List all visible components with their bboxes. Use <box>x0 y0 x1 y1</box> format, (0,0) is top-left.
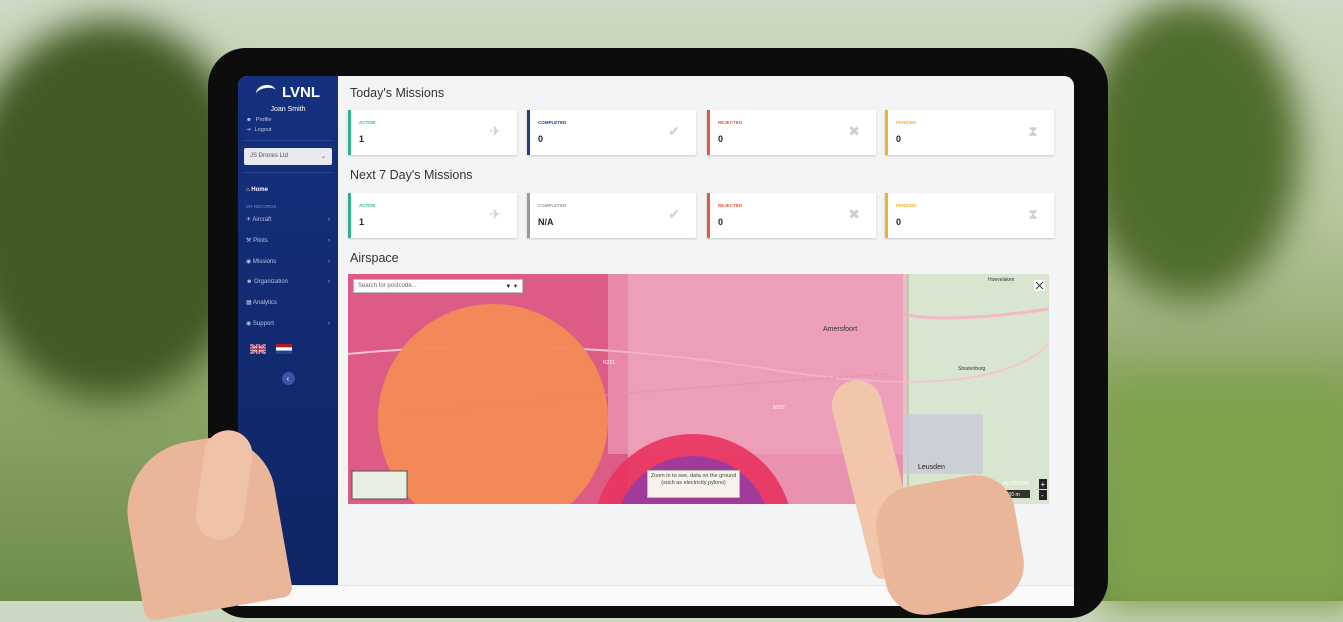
background-field <box>1100 380 1343 610</box>
logout-label: Logout <box>254 127 272 133</box>
zoom-out-label: - <box>1041 491 1044 500</box>
chevron-right-icon: › <box>328 320 330 327</box>
card-value: 1 <box>359 134 365 144</box>
user-icon: ☻ <box>246 279 253 285</box>
divider <box>244 140 332 141</box>
card-label: REJECTED <box>718 203 743 208</box>
nav-label: Missions <box>252 259 277 265</box>
card-label: PENDING <box>896 203 917 208</box>
today-missions-title: Today's Missions <box>350 86 445 100</box>
today-card-pending[interactable]: PENDING 0 ⧗ <box>885 110 1054 155</box>
nav-pilots[interactable]: ⚒ Pilots › <box>238 230 338 251</box>
background-tree <box>1080 0 1300 300</box>
nl-flag-icon[interactable] <box>276 344 292 354</box>
nav-label: Pilots <box>253 238 268 244</box>
language-flags <box>250 344 338 354</box>
profile-link[interactable]: ☻ Profile <box>246 117 338 123</box>
chevron-right-icon: › <box>328 237 330 244</box>
logo-swoosh-icon <box>254 83 278 102</box>
globe-icon: ◉ <box>246 321 252 327</box>
nav-label: Organization <box>254 279 289 285</box>
today-card-rejected[interactable]: REJECTED 0 ✖ <box>707 110 876 155</box>
logout-link[interactable]: ⇥ Logout <box>246 127 338 133</box>
card-value: 0 <box>896 217 902 227</box>
hourglass-icon: ⧗ <box>1028 206 1038 222</box>
card-value: 0 <box>718 217 724 227</box>
brand-logo[interactable]: LVNL <box>238 83 338 102</box>
chevron-right-icon: › <box>328 216 330 223</box>
card-value: 1 <box>359 217 365 227</box>
card-label: COMPLETED <box>538 120 567 125</box>
user-icon: ☻ <box>246 117 252 123</box>
nav-section-title: MY RECORDS <box>246 204 277 209</box>
nav-label: Aircraft <box>252 217 272 223</box>
wrench-icon: ⚒ <box>246 238 252 244</box>
card-value: 0 <box>896 134 902 144</box>
plane-icon: ✈ <box>489 206 501 222</box>
chevron-right-icon: › <box>328 279 330 285</box>
chevron-right-icon: › <box>328 258 330 265</box>
airspace-title: Airspace <box>350 251 399 265</box>
map-zoom-tooltip: Zoom in to see, data on the ground (such… <box>647 470 740 498</box>
x-icon: ✖ <box>848 123 860 139</box>
nav-organization[interactable]: ☻ Organization › <box>238 272 338 292</box>
nav-support[interactable]: ◉ Support › <box>238 313 338 334</box>
map-label-road-n237: N237 <box>773 405 785 411</box>
postcode-search-input[interactable]: Search for postcode... ▼ ✦ <box>353 279 523 293</box>
hourglass-icon: ⧗ <box>1028 123 1038 139</box>
plane-icon: ✈ <box>489 123 501 139</box>
check-icon: ✔ <box>668 206 680 222</box>
today-card-completed[interactable]: COMPLETED 0 ✔ <box>527 110 696 155</box>
next7-card-pending[interactable]: PENDING 0 ⧗ <box>885 193 1054 238</box>
nav-missions[interactable]: ◉ Missions › <box>238 251 338 272</box>
next7-card-completed[interactable]: COMPLETED N/A ✔ <box>527 193 696 238</box>
profile-label: Profile <box>255 117 272 123</box>
home-icon: ⌂ <box>246 187 250 193</box>
map-label-amersfoort: Amersfoort <box>823 326 857 333</box>
uk-flag-icon[interactable] <box>250 344 266 354</box>
card-value: 0 <box>538 134 544 144</box>
check-icon: ✔ <box>668 123 680 139</box>
card-label: PENDING <box>896 120 917 125</box>
card-label: COMPLETED <box>538 203 567 208</box>
nav-aircraft[interactable]: ✈ Aircraft › <box>238 209 338 230</box>
altitude-watermark: ALTITUDE <box>1003 481 1030 487</box>
brand-name: LVNL <box>281 84 321 101</box>
map-label-hoevelaken: Hoevelaken <box>988 277 1015 283</box>
search-placeholder: Search for postcode... <box>358 283 417 289</box>
map-label-leusden: Leusden <box>918 464 945 471</box>
card-label: REJECTED <box>718 120 743 125</box>
nav-analytics[interactable]: ▦ Analytics <box>238 292 338 313</box>
airspace-map[interactable]: Amersfoort Leusden Stoutenburg Hoevelake… <box>348 274 1049 504</box>
today-card-active[interactable]: ACTIVE 1 ✈ <box>348 110 517 155</box>
card-label: ACTIVE <box>359 120 376 125</box>
chevron-left-icon: ‹ <box>286 374 290 383</box>
user-name: Joan Smith <box>270 106 306 113</box>
next7-card-active[interactable]: ACTIVE 1 ✈ <box>348 193 517 238</box>
zoom-in-label: + <box>1041 480 1046 489</box>
filter-icon[interactable]: ▼ <box>505 284 511 290</box>
nav-home[interactable]: ⌂ Home <box>238 180 338 200</box>
card-label: ACTIVE <box>359 203 376 208</box>
collapse-sidebar-button[interactable]: ‹ <box>281 372 295 385</box>
card-value: N/A <box>538 217 554 227</box>
map-label-road-n221: N221 <box>603 360 615 366</box>
org-select-value: JS Drones Ltd <box>250 153 289 159</box>
next7-card-rejected[interactable]: REJECTED 0 ✖ <box>707 193 876 238</box>
binoculars-icon: ◉ <box>246 259 252 265</box>
map-label-stoutenburg: Stoutenburg <box>958 366 985 372</box>
card-value: 0 <box>718 134 724 144</box>
next7-missions-title: Next 7 Day's Missions <box>350 168 473 182</box>
chevron-down-icon: ⌄ <box>320 154 326 160</box>
logout-icon: ⇥ <box>246 127 251 133</box>
divider <box>244 172 332 173</box>
plane-icon: ✈ <box>246 217 252 223</box>
nav-home-label: Home <box>251 187 268 193</box>
nav-label: Analytics <box>253 300 278 306</box>
x-icon: ✖ <box>848 206 860 222</box>
nav-label: Support <box>252 321 274 327</box>
chart-icon: ▦ <box>246 300 252 306</box>
locate-icon[interactable]: ✦ <box>513 284 518 290</box>
org-select[interactable]: JS Drones Ltd ⌄ <box>244 148 332 165</box>
